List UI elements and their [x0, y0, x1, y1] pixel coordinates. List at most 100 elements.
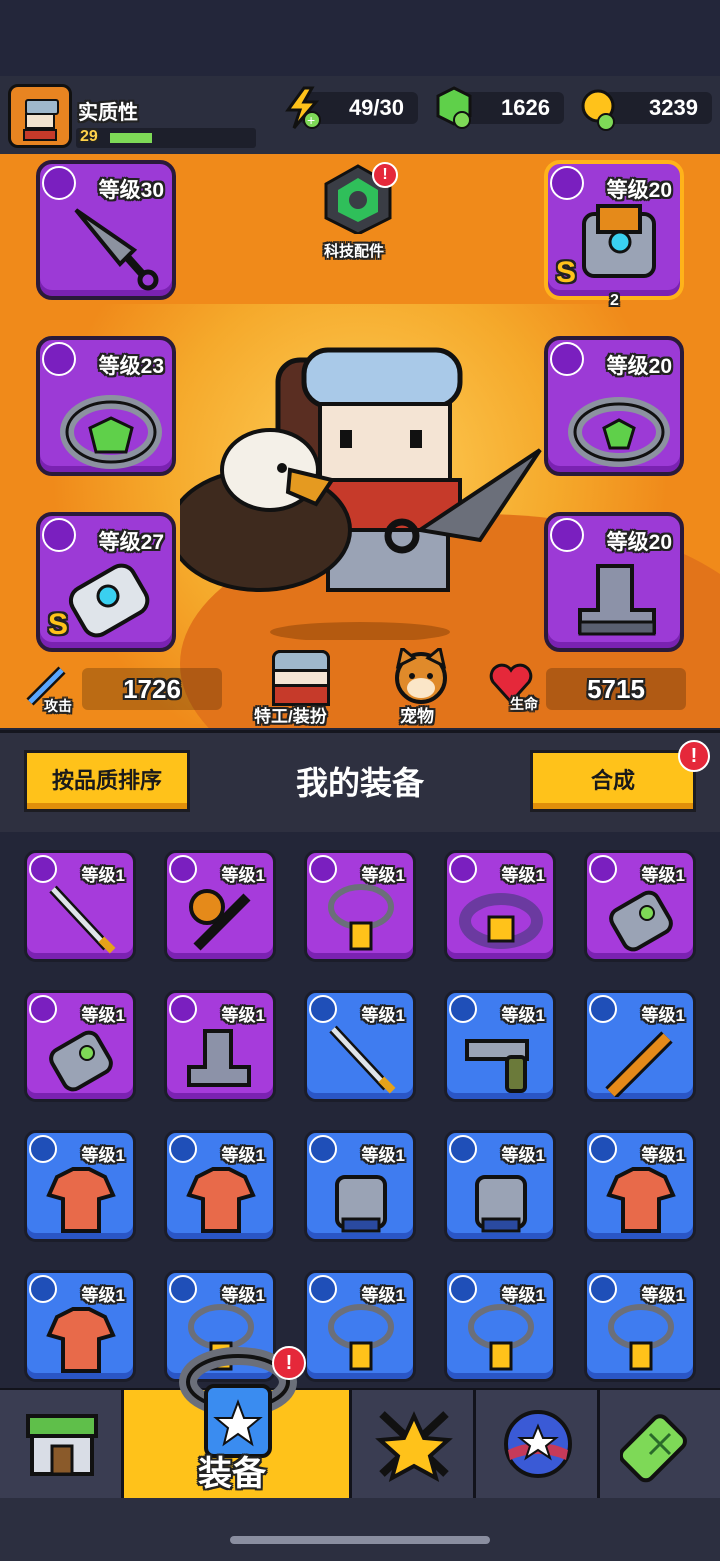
- slot-weapon[interactable]: 等级30: [36, 160, 176, 300]
- sort-by-quality-button[interactable]: 按品质排序: [24, 750, 190, 812]
- glove-icon: [68, 563, 150, 638]
- star-count: 2: [610, 292, 619, 309]
- armor-icon: [582, 204, 656, 278]
- necklace-icon: [328, 1304, 394, 1371]
- vest-icon: [475, 1175, 527, 1233]
- ring-icon: [60, 395, 162, 469]
- slot-glove[interactable]: 等级27 S: [36, 512, 176, 652]
- shirt-icon: [46, 1307, 116, 1373]
- equipment-card[interactable]: 等级1: [444, 850, 556, 962]
- belt-icon: [459, 893, 543, 949]
- shirt-icon: [186, 1167, 256, 1233]
- equipment-grid: 等级1 等级1 等级1 等级1 等级1 等级1 等级1 等级1 等级1 等级1 等级1 等级1 等级1 等…: [0, 832, 720, 1392]
- attack-value: 1726: [82, 668, 222, 710]
- equipment-card[interactable]: 等级1: [304, 1270, 416, 1382]
- equipment-card[interactable]: 等级1: [304, 990, 416, 1102]
- kunai-icon: [74, 208, 159, 291]
- svg-text:+: +: [307, 112, 315, 128]
- shop-icon: [26, 1414, 98, 1476]
- equipment-card[interactable]: 等级1: [164, 1130, 276, 1242]
- hero-character[interactable]: [168, 340, 550, 642]
- shirt-icon: [606, 1167, 676, 1233]
- gem-icon[interactable]: [436, 86, 476, 130]
- necklace-icon: [608, 1304, 674, 1371]
- slot-level: 等级20: [606, 531, 672, 554]
- avatar[interactable]: [8, 84, 72, 148]
- slot-level: 等级30: [98, 179, 164, 202]
- tab-equipment[interactable]: ! 装备: [124, 1346, 352, 1498]
- alert-badge: !: [372, 162, 398, 188]
- equipment-title: 我的装备: [295, 765, 424, 801]
- equipment-card[interactable]: 等级1: [24, 990, 136, 1102]
- equipment-card[interactable]: 等级1: [584, 850, 696, 962]
- slot-boots[interactable]: 等级20: [544, 512, 684, 652]
- tab-skills[interactable]: [476, 1390, 600, 1498]
- equipment-card[interactable]: 等级1: [304, 850, 416, 962]
- sword-icon: [49, 885, 116, 954]
- pet-button[interactable]: 宠物: [384, 645, 458, 726]
- player-name: 实质性: [78, 102, 138, 124]
- equipment-card[interactable]: 等级1: [444, 1130, 556, 1242]
- agent-outfit-button[interactable]: 特工/装扮: [254, 650, 346, 726]
- equipment-card[interactable]: 等级1: [584, 1270, 696, 1382]
- xp-bar: 29: [76, 128, 256, 148]
- equipment-card[interactable]: 等级1: [444, 1270, 556, 1382]
- equipment-card[interactable]: 等级1: [584, 1130, 696, 1242]
- equipment-card[interactable]: 等级1: [304, 1130, 416, 1242]
- home-indicator: [230, 1536, 490, 1544]
- orb-icon: [504, 1410, 572, 1478]
- agent-outfit-label: 特工/装扮: [254, 707, 327, 726]
- equipment-card[interactable]: 等级1: [444, 990, 556, 1102]
- equipment-card[interactable]: 等级1: [584, 990, 696, 1102]
- vest-icon: [335, 1175, 387, 1233]
- tab-equipment-label: 装备: [198, 1455, 266, 1493]
- glove-icon: [609, 890, 673, 952]
- slot-armor[interactable]: 等级20 S 2: [544, 160, 684, 309]
- equipment-card[interactable]: 等级1: [164, 990, 276, 1102]
- dog-icon: [395, 645, 447, 704]
- hp-label: 生命: [510, 696, 538, 712]
- hp-value: 5715: [546, 668, 686, 710]
- revolver-icon: [465, 1039, 529, 1093]
- energy-icon[interactable]: +: [282, 86, 322, 130]
- belt-icon: [568, 397, 670, 467]
- equipment-card[interactable]: 等级1: [164, 850, 276, 962]
- equipment-card[interactable]: 等级1: [24, 1270, 136, 1382]
- slot-belt[interactable]: 等级20: [544, 336, 684, 476]
- coin-counter[interactable]: 3239: [604, 92, 712, 124]
- sword-icon: [329, 1025, 396, 1094]
- weapon-category-icon: [42, 166, 76, 200]
- tab-shop[interactable]: [0, 1390, 124, 1498]
- equipment-card[interactable]: 等级1: [24, 850, 136, 962]
- merge-button[interactable]: 合成: [530, 750, 696, 812]
- slot-level: 等级27: [98, 531, 164, 554]
- glove-icon: [49, 1030, 113, 1092]
- tech-parts-label: 科技配件: [324, 243, 385, 260]
- tech-parts-button[interactable]: ! 科技配件: [318, 162, 398, 262]
- pet-label: 宠物: [400, 707, 434, 726]
- tab-talent[interactable]: [352, 1390, 476, 1498]
- bat-icon: [605, 1031, 673, 1097]
- alert-badge: !: [272, 1346, 306, 1380]
- shirt-icon: [46, 1167, 116, 1233]
- belt-category-icon: [550, 342, 584, 376]
- alert-badge: !: [678, 740, 710, 772]
- star-icon: [375, 1411, 453, 1482]
- xp-fill: [110, 133, 152, 143]
- equipment-card[interactable]: 等级1: [24, 1130, 136, 1242]
- ring-category-icon: [42, 342, 76, 376]
- boots-icon: [578, 564, 656, 636]
- glove-category-icon: [42, 518, 76, 552]
- armor-category-icon: [550, 166, 584, 200]
- mace-icon: [189, 889, 251, 951]
- attack-label: 攻击: [44, 698, 72, 714]
- tab-lab[interactable]: [600, 1390, 720, 1498]
- necklace-icon: [468, 1304, 534, 1371]
- dna-icon: [620, 1414, 687, 1483]
- necklace-icon: [328, 884, 394, 951]
- grade-label: S: [48, 608, 69, 641]
- slot-ring[interactable]: 等级23: [36, 336, 176, 476]
- coin-icon[interactable]: [580, 88, 620, 132]
- player-level: 29: [80, 128, 98, 145]
- grade-label: S: [556, 256, 577, 289]
